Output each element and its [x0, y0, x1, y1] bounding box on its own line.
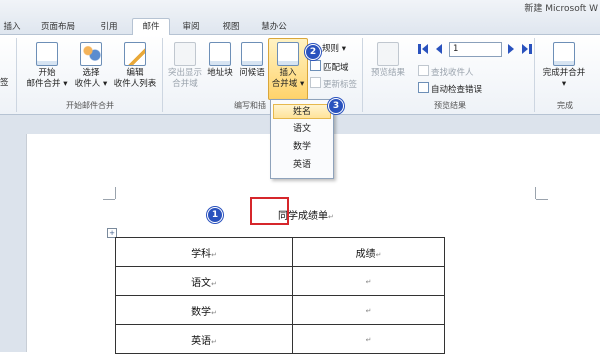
edit-list-icon	[124, 42, 146, 66]
greeting-line-icon	[241, 42, 263, 66]
next-record-icon[interactable]	[508, 44, 514, 54]
insert-field-icon	[277, 42, 299, 66]
match-fields-button[interactable]: 匹配域	[310, 60, 349, 75]
first-record-icon[interactable]	[418, 44, 421, 54]
greeting-line-button[interactable]: 问候语	[236, 42, 268, 79]
table-cell[interactable]: 数学↵	[115, 295, 293, 325]
preview-results-button[interactable]: 预览结果	[366, 42, 410, 79]
tab-mailings[interactable]: 邮件	[132, 18, 170, 36]
merge-field-dropdown: 姓名 语文 数学 英语	[270, 99, 334, 179]
previous-record-icon[interactable]	[436, 44, 442, 54]
table-cell[interactable]: 成绩↵	[292, 237, 445, 267]
finish-merge-icon	[553, 42, 575, 66]
table-cell[interactable]: 语文↵	[115, 266, 293, 296]
group-separator	[16, 38, 17, 112]
paragraph-mark: ↵	[328, 213, 334, 221]
table-cell[interactable]: ↵	[292, 295, 445, 325]
step-badge: 2	[305, 44, 321, 60]
crop-mark	[536, 199, 548, 200]
group-separator	[162, 38, 163, 112]
table-header-row: 学科↵ 成绩↵	[115, 237, 445, 267]
menu-item-math[interactable]: 数学	[273, 140, 331, 155]
table-cell[interactable]: ↵	[292, 266, 445, 296]
highlight-merge-fields-button[interactable]: 突出显示 合并域	[165, 42, 205, 90]
preview-magnifier-icon	[377, 42, 399, 66]
table-row: 英语↵ ↵	[115, 324, 445, 354]
tab-page-layout[interactable]: 页面布局	[34, 20, 82, 34]
ribbon-tab-bar: 插入 页面布局 引用 邮件 审阅 视图 慧办公 新建 Microsoft W	[0, 0, 600, 36]
match-fields-icon	[310, 60, 321, 71]
select-recipients-button[interactable]: 选择 收件人 ▾	[72, 42, 110, 90]
auto-check-errors-button[interactable]: 自动检查错误	[418, 82, 482, 97]
highlight-fields-icon	[174, 42, 196, 66]
table-cell[interactable]: 英语↵	[115, 324, 293, 354]
table-cell[interactable]: ↵	[292, 324, 445, 354]
rules-button[interactable]: 规则 ▾	[322, 43, 346, 56]
tab-references[interactable]: 引用	[96, 20, 122, 34]
menu-item-chinese[interactable]: 语文	[273, 122, 331, 137]
last-record-icon	[529, 44, 532, 54]
edit-recipient-list-button[interactable]: 编辑 收件人列表	[112, 42, 158, 90]
table-cell[interactable]: 学科↵	[115, 237, 293, 267]
update-labels-button[interactable]: 更新标签	[310, 77, 357, 92]
start-mail-merge-button[interactable]: 开始 邮件合并 ▾	[26, 42, 68, 90]
tab-insert[interactable]: 插入	[0, 20, 24, 34]
first-record-arrow-icon	[422, 44, 428, 54]
update-labels-icon	[310, 77, 321, 88]
table-row: 语文↵ ↵	[115, 266, 445, 296]
step-badge: 1	[207, 207, 223, 223]
group-label-start-merge: 开始邮件合并	[66, 101, 114, 110]
group-separator	[362, 38, 363, 112]
grades-table: 学科↵ 成绩↵ 语文↵ ↵ 数学↵ ↵ 英语↵ ↵	[115, 237, 445, 354]
cut-off-label: 签	[0, 78, 9, 88]
recipients-icon	[80, 42, 102, 66]
last-record-arrow-icon[interactable]	[522, 44, 528, 54]
crop-mark	[103, 199, 115, 200]
document-icon	[36, 42, 58, 66]
crop-mark	[115, 187, 116, 199]
group-label-finish: 完成	[557, 101, 573, 110]
find-recipient-button[interactable]: 查找收件人	[418, 65, 474, 80]
step-badge: 3	[328, 98, 344, 114]
table-row: 数学↵ ↵	[115, 295, 445, 325]
finish-and-merge-button[interactable]: 完成并合并 ▾	[538, 42, 590, 90]
tab-review[interactable]: 审阅	[178, 20, 204, 34]
group-separator	[534, 38, 535, 112]
address-block-icon	[209, 42, 231, 66]
menu-item-name[interactable]: 姓名	[273, 104, 331, 119]
window-title: 新建 Microsoft W	[524, 4, 598, 14]
insert-merge-field-button[interactable]: 插入 合并域 ▾	[268, 38, 308, 100]
insertion-highlight-box	[250, 197, 289, 225]
auto-check-icon	[418, 82, 429, 93]
find-recipient-icon	[418, 65, 429, 76]
menu-item-english[interactable]: 英语	[273, 158, 331, 173]
record-number-input[interactable]: 1	[449, 42, 502, 57]
tab-huibangong[interactable]: 慧办公	[254, 20, 294, 34]
tab-view[interactable]: 视图	[218, 20, 244, 34]
group-label-preview: 预览结果	[434, 101, 466, 110]
address-block-button[interactable]: 地址块	[205, 42, 235, 79]
crop-mark	[535, 187, 536, 199]
